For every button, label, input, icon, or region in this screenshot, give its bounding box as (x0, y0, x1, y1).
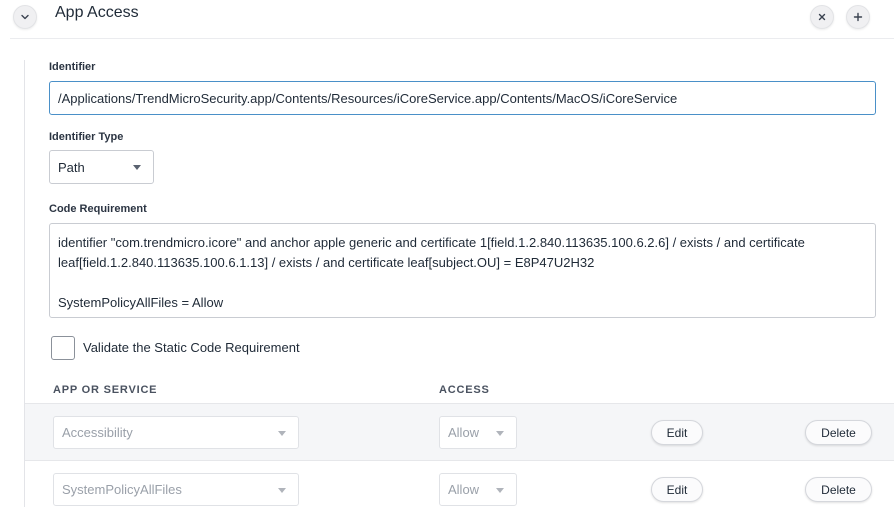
service-select[interactable]: Accessibility (53, 416, 299, 449)
edit-button[interactable]: Edit (651, 477, 703, 502)
table-row: Accessibility Allow Edit Delete (25, 403, 894, 460)
close-icon (818, 13, 826, 21)
identifier-type-label: Identifier Type (49, 131, 124, 143)
caret-down-icon (133, 165, 141, 170)
header-divider (10, 38, 894, 39)
validate-checkbox-label: Validate the Static Code Requirement (83, 340, 300, 355)
caret-down-icon (496, 487, 504, 493)
plus-icon (853, 12, 863, 22)
add-section-button[interactable] (846, 5, 870, 29)
caret-down-icon (278, 430, 286, 436)
collapse-button[interactable] (13, 5, 37, 29)
access-value: Allow (448, 482, 480, 497)
identifier-label: Identifier (49, 61, 96, 73)
code-requirement-textarea[interactable]: identifier "com.trendmicro.icore" and an… (49, 223, 876, 318)
access-value: Allow (448, 425, 480, 440)
section-title: App Access (55, 4, 139, 21)
chevron-down-icon (21, 14, 29, 20)
service-select[interactable]: SystemPolicyAllFiles (53, 473, 299, 506)
caret-down-icon (496, 430, 504, 436)
app-access-panel: App Access Identifier /Applications/Tren… (0, 0, 894, 507)
delete-button[interactable]: Delete (805, 477, 872, 502)
identifier-input[interactable]: /Applications/TrendMicroSecurity.app/Con… (49, 81, 876, 115)
service-value: SystemPolicyAllFiles (62, 482, 182, 497)
column-header-service: APP OR SERVICE (53, 384, 158, 396)
identifier-type-value: Path (58, 159, 85, 175)
edit-button[interactable]: Edit (651, 420, 703, 445)
remove-section-button[interactable] (810, 5, 834, 29)
access-select[interactable]: Allow (439, 473, 517, 506)
caret-down-icon (278, 487, 286, 493)
delete-button[interactable]: Delete (805, 420, 872, 445)
code-requirement-label: Code Requirement (49, 203, 147, 215)
table-row: SystemPolicyAllFiles Allow Edit Delete (25, 460, 894, 507)
identifier-type-select[interactable]: Path (49, 150, 154, 184)
column-header-access: ACCESS (439, 384, 490, 396)
validate-checkbox[interactable] (51, 336, 75, 360)
service-value: Accessibility (62, 425, 133, 440)
access-select[interactable]: Allow (439, 416, 517, 449)
